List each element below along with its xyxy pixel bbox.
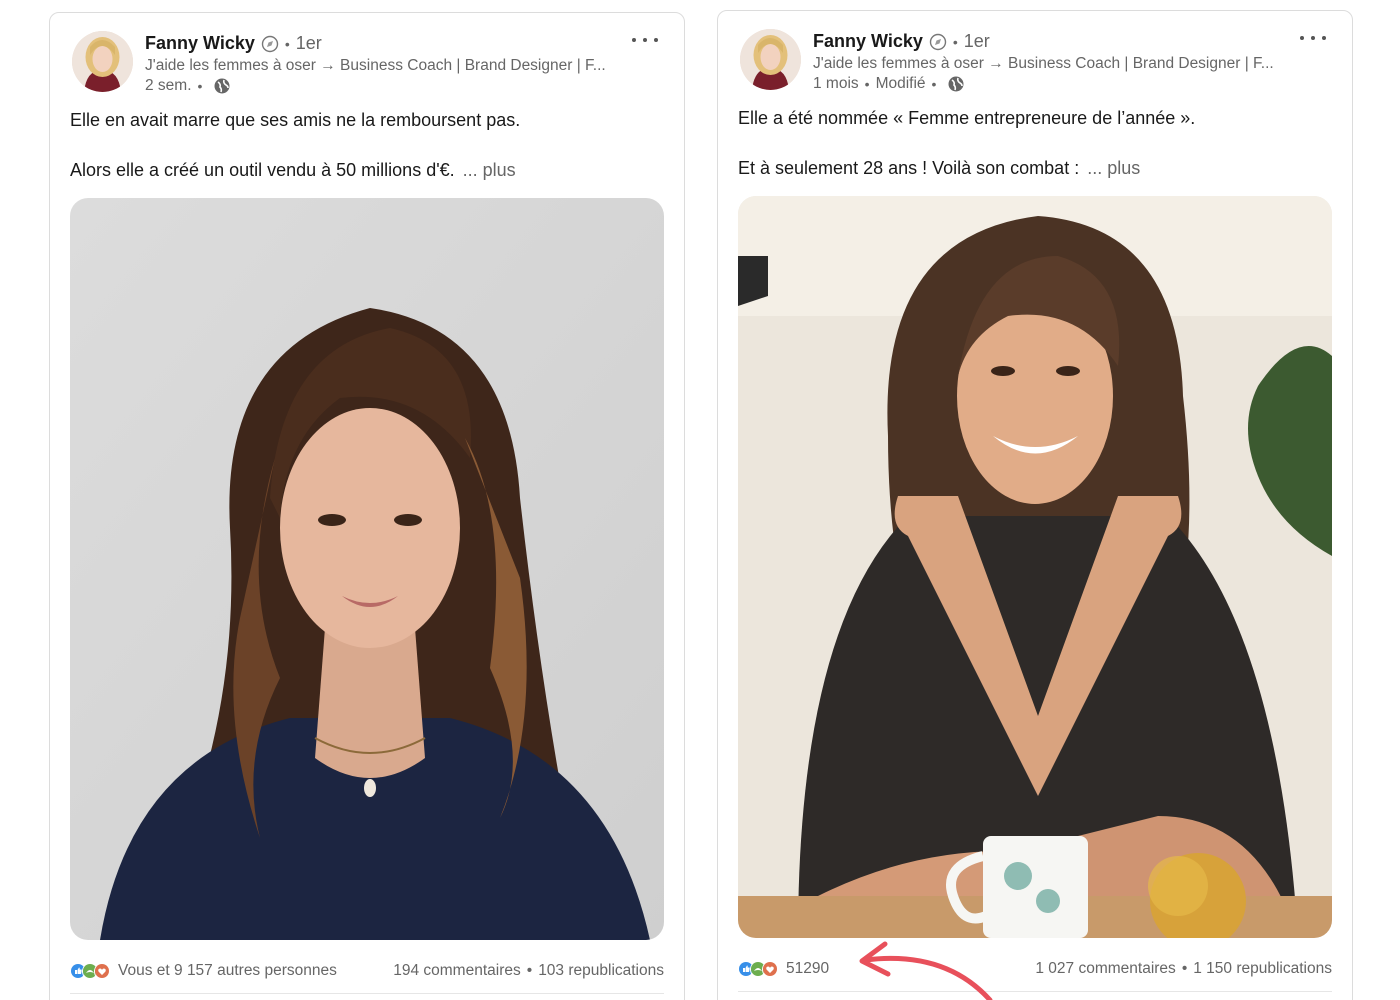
love-icon <box>762 960 779 978</box>
author-name[interactable]: Fanny Wicky <box>145 33 255 54</box>
edited-label: Modifié <box>875 75 926 92</box>
divider <box>738 991 1332 992</box>
author-avatar[interactable] <box>740 29 801 90</box>
post-card: Fanny Wicky • 1er J'aide les femmes à os… <box>49 12 685 1000</box>
more-options-icon[interactable] <box>632 31 658 49</box>
separator-dot: • <box>197 78 203 94</box>
reposts-count[interactable]: 1 150 republications <box>1193 960 1332 978</box>
separator-dot: • <box>952 33 958 50</box>
love-icon <box>94 962 111 980</box>
verified-badge-icon <box>929 33 947 51</box>
comments-count[interactable]: 1 027 commentaires <box>1035 960 1175 978</box>
arrow-annotation-icon <box>859 941 993 1000</box>
post-text-line-2: Et à seulement 28 ans ! Voilà son combat… <box>738 158 1080 178</box>
separator-dot: • <box>1181 960 1188 977</box>
see-more-link[interactable]: ... plus <box>463 160 516 180</box>
author-headline: J'aide les femmes à oser → Business Coac… <box>813 55 1274 72</box>
divider <box>70 993 664 994</box>
separator-dot: • <box>284 35 290 52</box>
separator-dot: • <box>931 76 937 92</box>
reactions-count[interactable]: Vous et 9 157 autres personnes <box>118 962 337 980</box>
separator-dot: • <box>864 76 870 92</box>
post-text-line-1: Elle a été nommée « Femme entrepreneure … <box>738 108 1196 128</box>
reposts-count[interactable]: 103 republications <box>538 962 664 980</box>
post-timestamp: 1 mois <box>813 75 859 92</box>
post-timestamp: 2 sem. <box>145 77 192 94</box>
author-name[interactable]: Fanny Wicky <box>813 31 923 52</box>
author-avatar[interactable] <box>72 31 133 92</box>
connection-degree: 1er <box>295 33 322 53</box>
separator-dot: • <box>526 962 533 979</box>
post-image[interactable] <box>738 196 1332 938</box>
post-card: Fanny Wicky • 1er J'aide les femmes à os… <box>717 10 1353 1000</box>
reactions-count[interactable]: 51290 <box>786 960 829 978</box>
verified-badge-icon <box>261 35 279 53</box>
author-headline: J'aide les femmes à oser → Business Coac… <box>145 57 606 74</box>
post-text-line-1: Elle en avait marre que ses amis ne la r… <box>70 110 521 130</box>
connection-degree: 1er <box>963 31 990 51</box>
globe-icon <box>947 75 965 93</box>
more-options-icon[interactable] <box>1300 29 1326 47</box>
post-text-line-2: Alors elle a créé un outil vendu à 50 mi… <box>70 160 455 180</box>
see-more-link[interactable]: ... plus <box>1087 158 1140 178</box>
comments-count[interactable]: 194 commentaires <box>393 962 521 980</box>
post-image[interactable] <box>70 198 664 940</box>
globe-icon <box>213 77 231 95</box>
